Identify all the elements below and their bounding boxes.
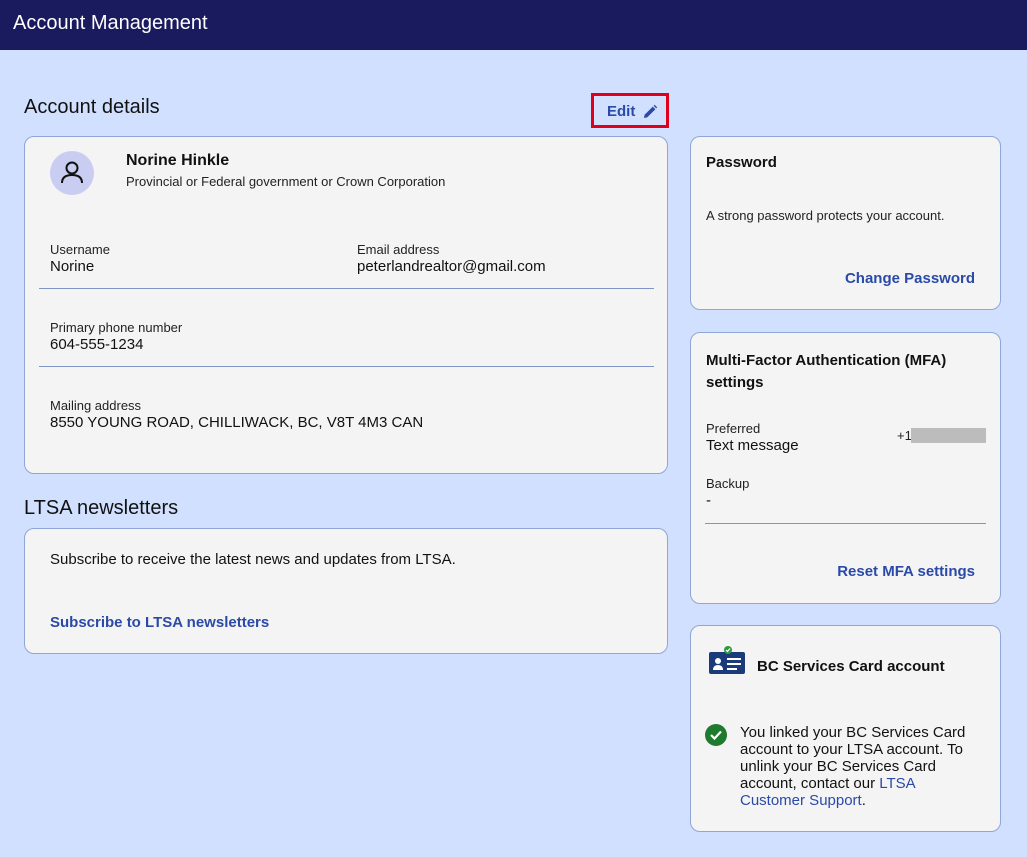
mfa-title: Multi-Factor Authentication (MFA) settin… xyxy=(706,350,946,394)
user-icon xyxy=(61,161,83,184)
password-title: Password xyxy=(706,154,777,171)
app-title: Account Management xyxy=(13,12,208,34)
newsletters-description: Subscribe to receive the latest news and… xyxy=(50,551,456,568)
email-label: Email address xyxy=(357,242,440,257)
edit-label: Edit xyxy=(607,103,636,120)
edit-account-button[interactable]: Edit xyxy=(591,93,669,128)
divider xyxy=(39,366,654,367)
phone-value: 604-555-1234 xyxy=(50,336,144,353)
mfa-title-line1: Multi-Factor Authentication (MFA) xyxy=(706,352,947,369)
divider xyxy=(705,523,986,524)
email-value: peterlandrealtor@gmail.com xyxy=(357,258,546,275)
change-password-link[interactable]: Change Password xyxy=(845,270,975,287)
subscribe-newsletters-link[interactable]: Subscribe to LTSA newsletters xyxy=(50,614,269,631)
bcsc-message: You linked your BC Services Card account… xyxy=(740,724,990,809)
mfa-preferred-label: Preferred xyxy=(706,421,761,436)
customer-support-link[interactable]: Customer Support xyxy=(740,792,862,809)
account-details-card: Norine Hinkle Provincial or Federal gove… xyxy=(24,136,668,474)
mfa-preferred-value: Text message xyxy=(706,437,799,454)
bcsc-line4-text: account, contact our xyxy=(740,775,880,792)
mfa-card: Multi-Factor Authentication (MFA) settin… xyxy=(690,332,1001,604)
username-label: Username xyxy=(50,242,110,257)
bcsc-line1: You linked your BC Services Card xyxy=(740,724,966,741)
check-circle-icon xyxy=(705,724,727,746)
bcsc-line2: account to your LTSA account. To xyxy=(740,741,963,758)
newsletters-heading: LTSA newsletters xyxy=(24,497,179,519)
phone-label: Primary phone number xyxy=(50,320,183,335)
address-label: Mailing address xyxy=(50,398,142,413)
newsletters-card: Subscribe to receive the latest news and… xyxy=(24,528,668,654)
account-details-heading: Account details xyxy=(24,96,160,118)
bc-services-card: BC Services Card account You linked your… xyxy=(690,625,1001,832)
id-card-icon xyxy=(709,646,745,674)
mfa-title-line2: settings xyxy=(706,374,764,391)
bcsc-line4: account, contact our LTSA xyxy=(740,775,990,792)
bcsc-title: BC Services Card account xyxy=(757,658,945,675)
divider xyxy=(39,288,654,289)
account-org-type: Provincial or Federal government or Crow… xyxy=(126,174,446,189)
bcsc-line3: unlink your BC Services Card xyxy=(740,758,936,775)
mfa-backup-value: - xyxy=(706,492,711,509)
mfa-phone-prefix: +1 xyxy=(897,428,912,443)
password-description: A strong password protects your account. xyxy=(706,208,945,223)
bcsc-line5: Customer Support. xyxy=(740,792,990,809)
mfa-backup-label: Backup xyxy=(706,476,750,491)
account-name: Norine Hinkle xyxy=(126,152,230,169)
avatar xyxy=(50,151,94,195)
username-value: Norine xyxy=(50,258,95,275)
app-header: Account Management xyxy=(0,0,1027,50)
pencil-icon xyxy=(644,104,658,118)
ltsa-support-link[interactable]: LTSA xyxy=(879,775,915,792)
address-value: 8550 YOUNG ROAD, CHILLIWACK, BC, V8T 4M3… xyxy=(50,414,424,431)
password-card: Password A strong password protects your… xyxy=(690,136,1001,310)
redacted-phone xyxy=(911,428,986,443)
reset-mfa-link[interactable]: Reset MFA settings xyxy=(837,563,975,580)
trailing-period: . xyxy=(861,792,866,809)
